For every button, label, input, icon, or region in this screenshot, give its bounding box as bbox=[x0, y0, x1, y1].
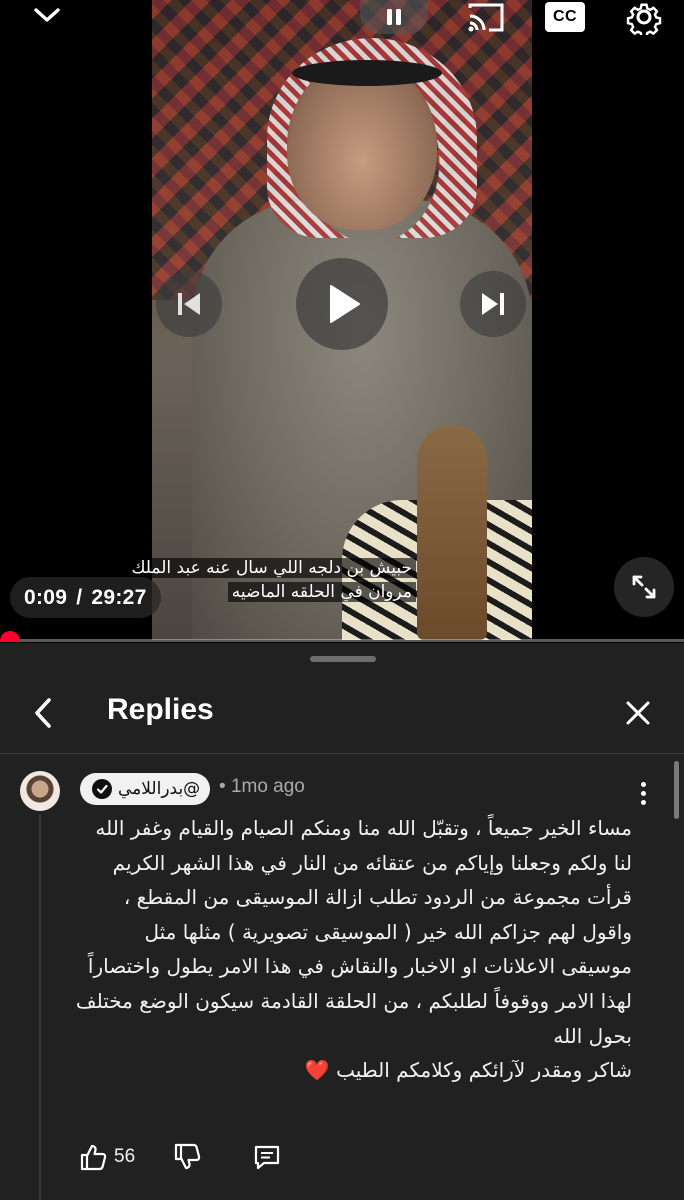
subtitle-line-2: مروان في الحلقه الماضيه bbox=[227, 582, 416, 602]
scrubber-handle[interactable] bbox=[0, 631, 20, 642]
fullscreen-button[interactable] bbox=[614, 557, 674, 617]
thread-line bbox=[39, 815, 41, 1200]
play-button[interactable] bbox=[296, 258, 388, 350]
subtitle-line-1: حبيش بن دلجه اللي سال عنه عبد الملك bbox=[127, 558, 416, 578]
duration: 29:27 bbox=[91, 585, 147, 609]
reply-button[interactable] bbox=[252, 1137, 282, 1177]
chevron-down-icon bbox=[34, 8, 60, 22]
close-button[interactable] bbox=[616, 691, 660, 735]
author-name: @بدراللامي bbox=[118, 779, 201, 799]
next-button[interactable] bbox=[460, 271, 526, 337]
avatar[interactable] bbox=[20, 771, 60, 811]
time-separator: / bbox=[76, 585, 83, 609]
current-time: 0:09 bbox=[24, 585, 68, 609]
brass-ornament bbox=[417, 425, 487, 640]
chevron-left-icon bbox=[35, 698, 51, 728]
heart-emoji: ❤️ bbox=[304, 1058, 330, 1083]
comment-time: 1mo ago bbox=[230, 776, 305, 797]
video-player[interactable]: CC حبيش بن دلجه اللي سال عنه عبد الملك م… bbox=[0, 0, 684, 642]
fullscreen-icon bbox=[632, 575, 656, 599]
video-subtitles: حبيش بن دلجه اللي سال عنه عبد الملك مروا… bbox=[126, 556, 416, 604]
collapse-button[interactable] bbox=[22, 0, 72, 30]
gear-icon bbox=[626, 3, 662, 35]
comment-paragraph-2: قرأت مجموعة من الردود تطلب ازالة الموسيق… bbox=[75, 885, 632, 1048]
thumbs-up-icon bbox=[80, 1144, 107, 1171]
header-divider bbox=[0, 753, 684, 754]
close-icon bbox=[626, 701, 650, 725]
time-display[interactable]: 0:09 / 29:27 bbox=[10, 577, 161, 618]
comment-icon bbox=[254, 1145, 280, 1170]
author-chip[interactable]: @بدراللامي bbox=[80, 773, 211, 805]
cc-icon: CC bbox=[552, 8, 578, 25]
comment-text: مساء الخير جميعاً ، وتقبّل الله منا ومنك… bbox=[74, 811, 632, 1088]
comment-actions: 56 bbox=[74, 1137, 374, 1177]
cast-button[interactable] bbox=[464, 0, 508, 34]
more-vert-icon bbox=[640, 781, 646, 787]
progress-bar[interactable] bbox=[0, 631, 684, 642]
speaker-agal bbox=[292, 60, 442, 86]
replies-header: Replies bbox=[0, 673, 684, 753]
more-vert-dot bbox=[640, 799, 646, 805]
comment-meta: • 1mo ago bbox=[219, 776, 305, 798]
skip-previous-icon bbox=[178, 293, 200, 315]
like-count: 56 bbox=[114, 1146, 136, 1167]
settings-button[interactable] bbox=[622, 0, 666, 35]
comment-paragraph-3: شاكر ومقدر لآرائكم وكلامكم الطيب ❤️ bbox=[74, 1053, 632, 1088]
back-button[interactable] bbox=[22, 691, 66, 735]
meta-bullet: • bbox=[219, 776, 226, 797]
replies-panel: Replies @بدراللامي • 1mo ago مساء الخير … bbox=[0, 643, 684, 1200]
scrollbar[interactable] bbox=[674, 761, 679, 819]
skip-next-icon bbox=[482, 293, 504, 315]
verified-check-icon bbox=[92, 779, 112, 799]
drag-handle[interactable] bbox=[310, 656, 376, 662]
captions-button[interactable]: CC bbox=[545, 2, 585, 32]
dislike-button[interactable] bbox=[172, 1137, 202, 1177]
comment-paragraph-3-text: شاكر ومقدر لآرائكم وكلامكم الطيب bbox=[336, 1058, 632, 1083]
more-vert-dot bbox=[640, 790, 646, 796]
previous-button[interactable] bbox=[156, 271, 222, 337]
comment-menu-button[interactable] bbox=[628, 777, 658, 809]
comment-paragraph-1: مساء الخير جميعاً ، وتقبّل الله منا ومنك… bbox=[95, 816, 632, 875]
like-button[interactable]: 56 bbox=[78, 1137, 135, 1177]
panel-title: Replies bbox=[107, 693, 214, 726]
pause-icon bbox=[387, 9, 401, 25]
play-icon bbox=[330, 285, 360, 323]
pause-button[interactable] bbox=[360, 0, 428, 34]
cast-icon bbox=[468, 3, 504, 32]
thumbs-down-icon bbox=[174, 1143, 201, 1170]
